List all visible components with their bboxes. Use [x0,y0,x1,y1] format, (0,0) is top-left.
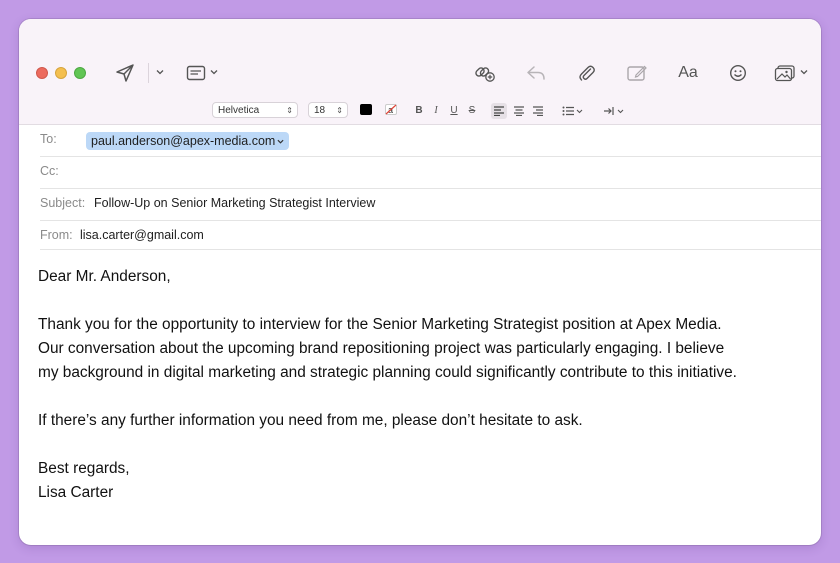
from-field-row[interactable]: From: lisa.carter@gmail.com [40,221,821,250]
emoji-button[interactable] [727,61,749,85]
paragraph-line: Thank you for the opportunity to intervi… [38,316,722,333]
emoji-icon [729,64,747,82]
cc-field-row[interactable]: Cc: [40,157,821,189]
subject-field-row[interactable]: Subject: Follow-Up on Senior Marketing S… [40,189,821,221]
font-size-select[interactable]: 18 ⇕ [308,102,348,118]
attachment-icon [579,65,595,81]
minimize-window-button[interactable] [55,67,67,79]
mail-compose-window: Aa Helvetica ⇕ 18 ⇕ B I U S To: paul.and… [19,19,821,545]
toolbar: Aa [19,19,821,98]
align-center-icon [514,106,524,117]
align-right-button[interactable] [530,103,546,119]
link-button[interactable] [474,61,496,85]
fonts-button[interactable]: Aa [674,61,702,85]
paragraph-line: If there’s any further information you n… [38,412,583,429]
align-left-button[interactable] [491,103,507,119]
header-fields-icon [186,65,206,81]
font-family-select[interactable]: Helvetica ⇕ [212,102,298,118]
reply-icon [527,66,545,80]
fonts-icon: Aa [678,64,698,81]
to-label: To: [40,132,57,146]
paragraph-line: my background in digital marketing and s… [38,364,737,381]
bullet-list-icon [562,106,583,116]
close-window-button[interactable] [36,67,48,79]
underline-button[interactable]: U [448,103,460,119]
paragraph-line: Our conversation about the upcoming bran… [38,340,725,357]
send-icon [116,64,134,82]
to-field-row[interactable]: To: paul.anderson@apex-media.com [40,125,821,157]
message-body[interactable]: Dear Mr. Anderson, Thank you for the opp… [38,265,808,505]
italic-button[interactable]: I [430,103,442,119]
align-center-button[interactable] [511,103,527,119]
reply-button[interactable] [525,61,547,85]
chevron-down-icon[interactable] [800,68,808,76]
text-color-swatch[interactable] [360,104,372,115]
align-right-icon [533,106,543,117]
recipient-address: paul.anderson@apex-media.com [91,134,276,148]
no-color-icon: a [385,104,397,115]
align-left-icon [494,106,504,117]
cc-label: Cc: [40,164,59,178]
font-family-value: Helvetica [218,105,260,116]
zoom-window-button[interactable] [74,67,86,79]
chevron-down-icon [277,139,284,144]
from-field[interactable]: lisa.carter@gmail.com [80,228,204,242]
format-bar: Helvetica ⇕ 18 ⇕ a B I U S [19,98,821,125]
indent-button[interactable] [602,103,628,119]
photo-browser-button[interactable] [773,61,797,85]
markup-icon [627,65,647,81]
header-fields-button[interactable] [185,61,207,85]
stepper-arrows-icon: ⇕ [286,106,293,115]
greeting-line: Dear Mr. Anderson, [38,268,171,285]
attach-button[interactable] [576,61,598,85]
markup-button[interactable] [626,61,648,85]
background-color-swatch[interactable]: a [385,104,397,115]
font-size-value: 18 [314,105,326,116]
closing-line: Best regards, [38,460,130,477]
subject-field[interactable]: Follow-Up on Senior Marketing Strategist… [94,196,375,210]
chevron-down-icon[interactable] [156,68,164,76]
from-label: From: [40,228,73,242]
recipient-token[interactable]: paul.anderson@apex-media.com [86,132,290,150]
signature-line: Lisa Carter [38,484,114,501]
list-style-button[interactable] [560,103,586,119]
stepper-arrows-icon: ⇕ [336,106,343,115]
strikethrough-button[interactable]: S [466,103,478,119]
subject-label: Subject: [40,196,86,210]
send-button[interactable] [114,61,136,85]
indent-icon [604,107,624,115]
chevron-down-icon[interactable] [210,68,218,76]
bold-button[interactable]: B [413,103,425,119]
toolbar-divider [148,63,149,83]
link-icon [475,67,495,82]
photo-browser-icon [774,65,795,82]
